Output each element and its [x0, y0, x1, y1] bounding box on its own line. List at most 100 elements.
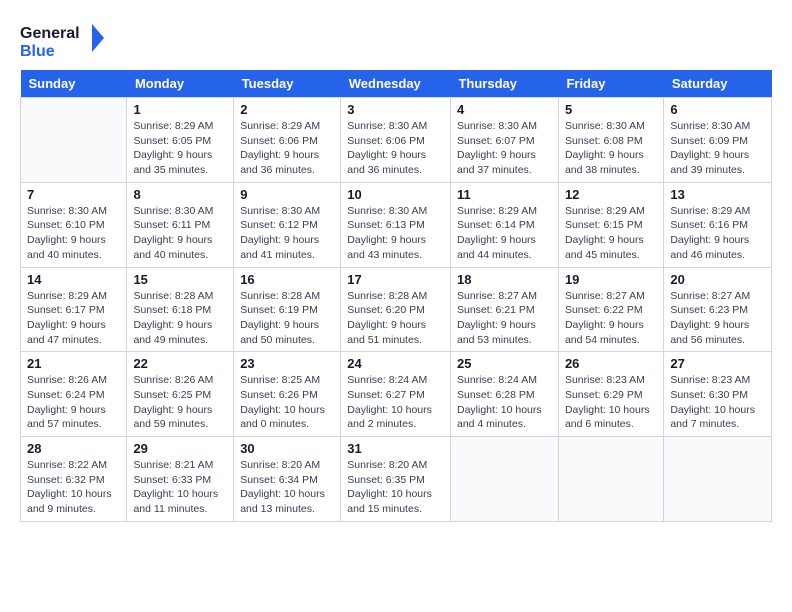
day-info: Sunrise: 8:25 AM Sunset: 6:26 PM Dayligh… [240, 373, 334, 432]
day-info: Sunrise: 8:29 AM Sunset: 6:15 PM Dayligh… [565, 204, 657, 263]
calendar-cell: 8 Sunrise: 8:30 AM Sunset: 6:11 PM Daylig… [127, 182, 234, 267]
day-number: 9 [240, 187, 334, 202]
day-info: Sunrise: 8:30 AM Sunset: 6:07 PM Dayligh… [457, 119, 552, 178]
day-info: Sunrise: 8:30 AM Sunset: 6:11 PM Dayligh… [133, 204, 227, 263]
day-info: Sunrise: 8:21 AM Sunset: 6:33 PM Dayligh… [133, 458, 227, 517]
day-info: Sunrise: 8:23 AM Sunset: 6:29 PM Dayligh… [565, 373, 657, 432]
calendar-cell: 30 Sunrise: 8:20 AM Sunset: 6:34 PM Dayli… [234, 437, 341, 522]
day-info: Sunrise: 8:28 AM Sunset: 6:19 PM Dayligh… [240, 289, 334, 348]
day-info: Sunrise: 8:24 AM Sunset: 6:28 PM Dayligh… [457, 373, 552, 432]
calendar-table: SundayMondayTuesdayWednesdayThursdayFrid… [20, 70, 772, 522]
calendar-cell: 5Sunrise: 8:30 AM Sunset: 6:08 PM Daylig… [558, 98, 663, 183]
calendar-cell: 12 Sunrise: 8:29 AM Sunset: 6:15 PM Dayli… [558, 182, 663, 267]
day-of-week-tuesday: Tuesday [234, 70, 341, 98]
day-info: Sunrise: 8:29 AM Sunset: 6:14 PM Dayligh… [457, 204, 552, 263]
logo-icon: GeneralBlue [20, 20, 110, 60]
calendar-week-row: 21 Sunrise: 8:26 AM Sunset: 6:24 PM Dayli… [21, 352, 772, 437]
calendar-cell [558, 437, 663, 522]
day-info: Sunrise: 8:24 AM Sunset: 6:27 PM Dayligh… [347, 373, 444, 432]
day-info: Sunrise: 8:28 AM Sunset: 6:18 PM Dayligh… [133, 289, 227, 348]
day-info: Sunrise: 8:29 AM Sunset: 6:17 PM Dayligh… [27, 289, 120, 348]
svg-text:General: General [20, 25, 80, 42]
day-of-week-friday: Friday [558, 70, 663, 98]
day-number: 17 [347, 272, 444, 287]
day-of-week-sunday: Sunday [21, 70, 127, 98]
calendar-cell: 19 Sunrise: 8:27 AM Sunset: 6:22 PM Dayli… [558, 267, 663, 352]
day-number: 7 [27, 187, 120, 202]
day-info: Sunrise: 8:30 AM Sunset: 6:13 PM Dayligh… [347, 204, 444, 263]
day-number: 4 [457, 102, 552, 117]
day-info: Sunrise: 8:27 AM Sunset: 6:21 PM Dayligh… [457, 289, 552, 348]
day-info: Sunrise: 8:30 AM Sunset: 6:06 PM Dayligh… [347, 119, 444, 178]
calendar-cell: 16 Sunrise: 8:28 AM Sunset: 6:19 PM Dayli… [234, 267, 341, 352]
day-of-week-wednesday: Wednesday [341, 70, 451, 98]
day-info: Sunrise: 8:26 AM Sunset: 6:24 PM Dayligh… [27, 373, 120, 432]
calendar-cell: 2 Sunrise: 8:29 AM Sunset: 6:06 PM Daylig… [234, 98, 341, 183]
day-number: 23 [240, 356, 334, 371]
calendar-cell: 25 Sunrise: 8:24 AM Sunset: 6:28 PM Dayli… [450, 352, 558, 437]
day-number: 18 [457, 272, 552, 287]
calendar-week-row: 7 Sunrise: 8:30 AM Sunset: 6:10 PM Daylig… [21, 182, 772, 267]
day-info: Sunrise: 8:29 AM Sunset: 6:05 PM Dayligh… [133, 119, 227, 178]
day-info: Sunrise: 8:20 AM Sunset: 6:35 PM Dayligh… [347, 458, 444, 517]
day-number: 25 [457, 356, 552, 371]
calendar-cell: 24 Sunrise: 8:24 AM Sunset: 6:27 PM Dayli… [341, 352, 451, 437]
calendar-week-row: 28Sunrise: 8:22 AM Sunset: 6:32 PM Dayli… [21, 437, 772, 522]
day-number: 30 [240, 441, 334, 456]
day-number: 10 [347, 187, 444, 202]
day-number: 26 [565, 356, 657, 371]
calendar-cell: 11 Sunrise: 8:29 AM Sunset: 6:14 PM Dayli… [450, 182, 558, 267]
calendar-cell: 6Sunrise: 8:30 AM Sunset: 6:09 PM Daylig… [664, 98, 772, 183]
day-info: Sunrise: 8:22 AM Sunset: 6:32 PM Dayligh… [27, 458, 120, 517]
day-number: 27 [670, 356, 765, 371]
calendar-cell: 31Sunrise: 8:20 AM Sunset: 6:35 PM Dayli… [341, 437, 451, 522]
day-info: Sunrise: 8:20 AM Sunset: 6:34 PM Dayligh… [240, 458, 334, 517]
page-header: GeneralBlue [20, 20, 772, 60]
calendar-header-row: SundayMondayTuesdayWednesdayThursdayFrid… [21, 70, 772, 98]
calendar-week-row: 14Sunrise: 8:29 AM Sunset: 6:17 PM Dayli… [21, 267, 772, 352]
calendar-cell: 10 Sunrise: 8:30 AM Sunset: 6:13 PM Dayli… [341, 182, 451, 267]
day-info: Sunrise: 8:27 AM Sunset: 6:22 PM Dayligh… [565, 289, 657, 348]
calendar-cell: 3 Sunrise: 8:30 AM Sunset: 6:06 PM Daylig… [341, 98, 451, 183]
calendar-cell [450, 437, 558, 522]
day-info: Sunrise: 8:23 AM Sunset: 6:30 PM Dayligh… [670, 373, 765, 432]
calendar-cell: 23 Sunrise: 8:25 AM Sunset: 6:26 PM Dayli… [234, 352, 341, 437]
day-number: 29 [133, 441, 227, 456]
day-info: Sunrise: 8:30 AM Sunset: 6:12 PM Dayligh… [240, 204, 334, 263]
calendar-cell: 15Sunrise: 8:28 AM Sunset: 6:18 PM Dayli… [127, 267, 234, 352]
calendar-cell: 28Sunrise: 8:22 AM Sunset: 6:32 PM Dayli… [21, 437, 127, 522]
day-number: 11 [457, 187, 552, 202]
day-number: 5 [565, 102, 657, 117]
calendar-cell: 13Sunrise: 8:29 AM Sunset: 6:16 PM Dayli… [664, 182, 772, 267]
svg-text:Blue: Blue [20, 43, 55, 60]
logo: GeneralBlue [20, 20, 110, 60]
calendar-cell [664, 437, 772, 522]
day-number: 21 [27, 356, 120, 371]
day-of-week-monday: Monday [127, 70, 234, 98]
calendar-cell: 29 Sunrise: 8:21 AM Sunset: 6:33 PM Dayli… [127, 437, 234, 522]
day-number: 16 [240, 272, 334, 287]
day-number: 8 [133, 187, 227, 202]
calendar-cell: 4 Sunrise: 8:30 AM Sunset: 6:07 PM Daylig… [450, 98, 558, 183]
calendar-cell: 22Sunrise: 8:26 AM Sunset: 6:25 PM Dayli… [127, 352, 234, 437]
day-info: Sunrise: 8:29 AM Sunset: 6:06 PM Dayligh… [240, 119, 334, 178]
calendar-cell: 9 Sunrise: 8:30 AM Sunset: 6:12 PM Daylig… [234, 182, 341, 267]
day-info: Sunrise: 8:30 AM Sunset: 6:10 PM Dayligh… [27, 204, 120, 263]
day-info: Sunrise: 8:26 AM Sunset: 6:25 PM Dayligh… [133, 373, 227, 432]
calendar-cell: 20 Sunrise: 8:27 AM Sunset: 6:23 PM Dayli… [664, 267, 772, 352]
day-number: 24 [347, 356, 444, 371]
day-number: 13 [670, 187, 765, 202]
day-number: 20 [670, 272, 765, 287]
day-number: 12 [565, 187, 657, 202]
calendar-week-row: 1Sunrise: 8:29 AM Sunset: 6:05 PM Daylig… [21, 98, 772, 183]
day-number: 19 [565, 272, 657, 287]
day-info: Sunrise: 8:28 AM Sunset: 6:20 PM Dayligh… [347, 289, 444, 348]
calendar-cell: 1Sunrise: 8:29 AM Sunset: 6:05 PM Daylig… [127, 98, 234, 183]
calendar-cell: 7 Sunrise: 8:30 AM Sunset: 6:10 PM Daylig… [21, 182, 127, 267]
day-info: Sunrise: 8:27 AM Sunset: 6:23 PM Dayligh… [670, 289, 765, 348]
day-number: 2 [240, 102, 334, 117]
calendar-cell: 18 Sunrise: 8:27 AM Sunset: 6:21 PM Dayli… [450, 267, 558, 352]
day-number: 3 [347, 102, 444, 117]
day-number: 6 [670, 102, 765, 117]
day-of-week-saturday: Saturday [664, 70, 772, 98]
